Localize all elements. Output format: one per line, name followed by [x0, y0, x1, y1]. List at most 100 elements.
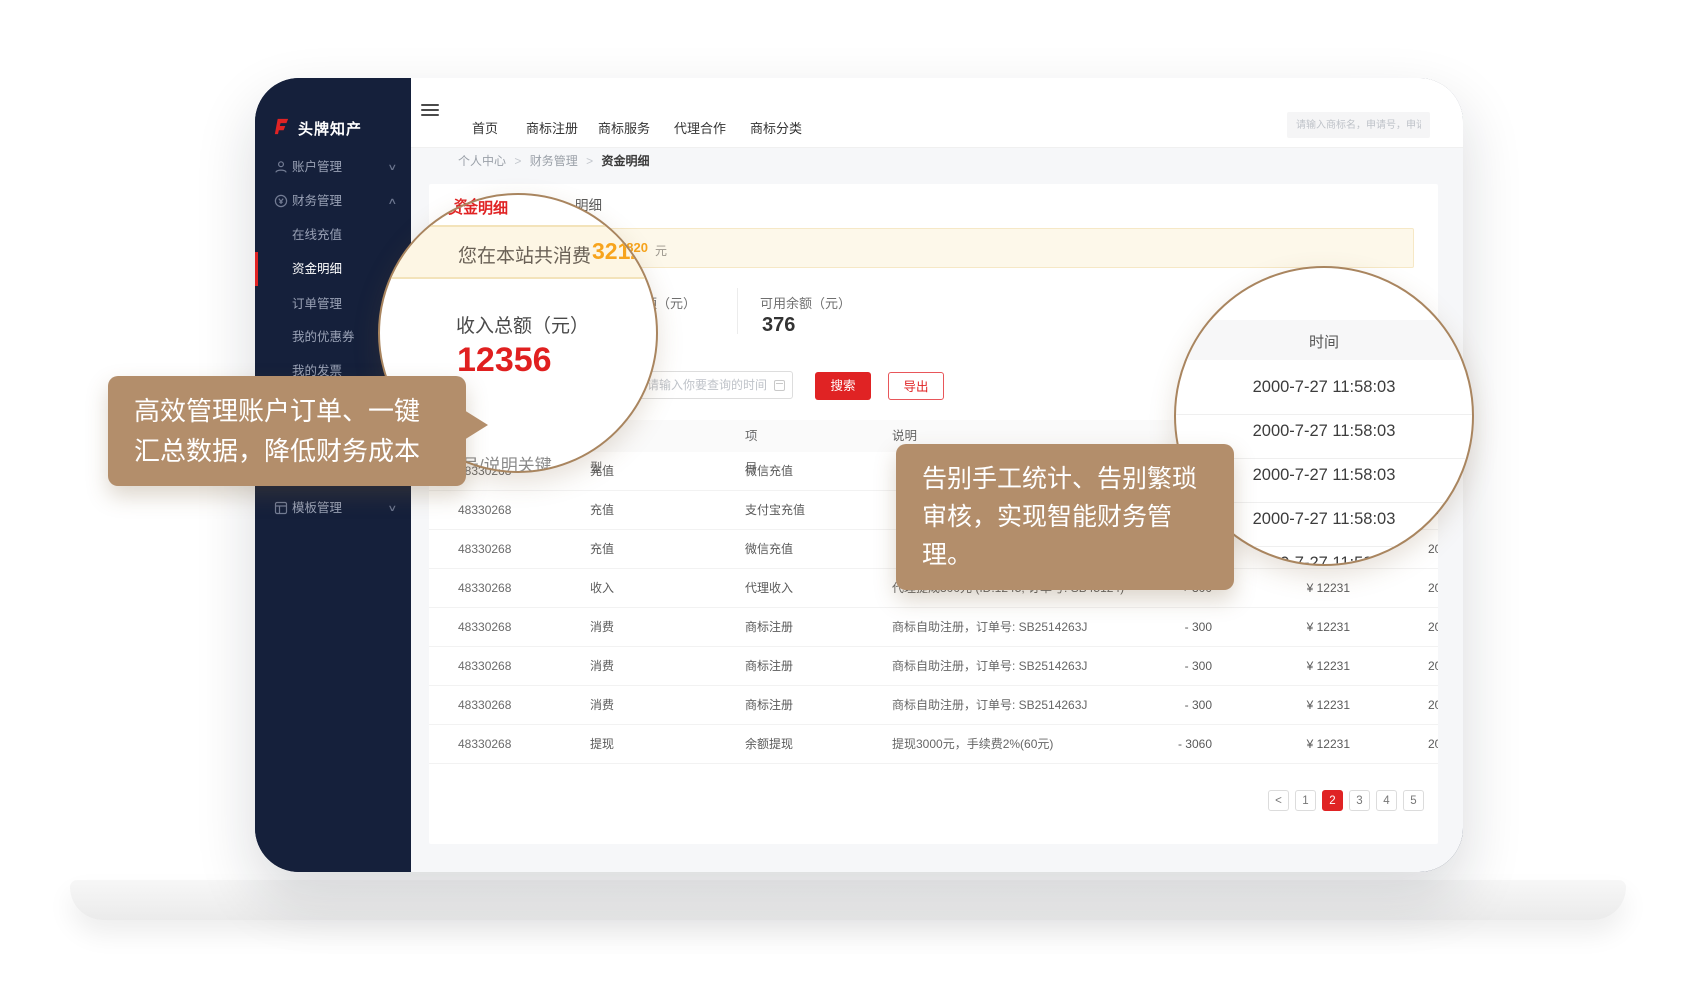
- date-query-input[interactable]: [637, 371, 793, 399]
- cell-amount: - 300: [1112, 608, 1212, 647]
- cell-balance: ¥ 12231: [1250, 686, 1350, 725]
- calendar-icon[interactable]: [774, 380, 785, 391]
- cell-item: 余额提现: [745, 725, 793, 764]
- cell-item: 代理收入: [745, 569, 793, 608]
- cell-type: 消费: [590, 686, 614, 725]
- cell-type: 充值: [590, 452, 614, 491]
- pagination-page-4[interactable]: 4: [1376, 790, 1397, 811]
- nav-trademark-svc[interactable]: 商标服务: [598, 118, 650, 137]
- pagination-page-2-active[interactable]: 2: [1322, 790, 1343, 811]
- stat-divider: [737, 288, 738, 334]
- cell-time: 2000-7-27 11:58:03: [1428, 647, 1438, 686]
- cell-type: 收入: [590, 569, 614, 608]
- callout-right: 告别手工统计、告别繁琐 审核，实现智能财务管 理。: [896, 444, 1234, 590]
- cell-type: 提现: [590, 725, 614, 764]
- cell-type: 充值: [590, 491, 614, 530]
- cell-desc: 商标自助注册，订单号: SB2514263J: [892, 608, 1087, 647]
- cell-desc: 商标自助注册，订单号: SB2514263J: [892, 647, 1087, 686]
- top-navbar: 首页 商标注册 商标服务 代理合作 商标分类: [411, 78, 1463, 148]
- wallet-icon: [274, 194, 288, 208]
- cell-desc: 商标自助注册，订单号: SB2514263J: [892, 686, 1087, 725]
- breadcrumb-separator: >: [514, 154, 521, 168]
- cell-balance: ¥ 12231: [1250, 608, 1350, 647]
- pagination-page-3[interactable]: 3: [1349, 790, 1370, 811]
- cell-order: 48330268: [458, 725, 511, 764]
- search-input[interactable]: [1287, 112, 1430, 138]
- sidebar-item-label: 账户管理: [292, 152, 342, 182]
- magnified-time-header: 时间: [1176, 331, 1472, 352]
- nav-trademark-reg[interactable]: 商标注册: [526, 118, 578, 137]
- cell-item: 支付宝充值: [745, 491, 805, 530]
- cell-balance: ¥ 12231: [1250, 725, 1350, 764]
- cell-time: 2000-7-27 11:58:03: [1428, 569, 1438, 608]
- callout-left-arrow: [464, 410, 488, 440]
- chevron-down-icon: ∨: [387, 152, 397, 182]
- magnified-notice-text: 您在本站共消费: [458, 241, 591, 268]
- cell-order: 48330268: [458, 530, 511, 569]
- cell-desc: 提现3000元，手续费2%(60元): [892, 725, 1053, 764]
- cell-type: 充值: [590, 530, 614, 569]
- callout-left-line: 汇总数据，降低财务成本: [134, 431, 466, 471]
- sort-caret-icon: ∨: [749, 420, 755, 452]
- sidebar-item-account[interactable]: 账户管理 ∨: [255, 152, 411, 182]
- search-button[interactable]: 搜索: [815, 372, 871, 400]
- magnified-income-value: 12356: [457, 341, 552, 380]
- cell-type: 消费: [590, 647, 614, 686]
- cell-balance: ¥ 12231: [1250, 647, 1350, 686]
- export-button[interactable]: 导出: [888, 372, 944, 400]
- nav-home[interactable]: 首页: [472, 118, 498, 137]
- nav-trademark-class[interactable]: 商标分类: [750, 118, 802, 137]
- brand-logo: 头牌知产: [272, 116, 402, 140]
- magnified-income-label: 收入总额（元）: [456, 311, 589, 338]
- cell-item: 微信充值: [745, 530, 793, 569]
- magnified-tab-title: 资金明细: [448, 197, 508, 218]
- balance-label: 可用余额（元）: [760, 293, 851, 312]
- brand-logo-icon: [272, 117, 291, 136]
- table-row[interactable]: 48330268 提现 余额提现 提现3000元，手续费2%(60元) - 30…: [429, 725, 1438, 764]
- table-row[interactable]: 48330268 消费 商标注册 商标自助注册，订单号: SB2514263J …: [429, 608, 1438, 647]
- laptop-base: [70, 880, 1626, 920]
- template-icon: [274, 501, 288, 515]
- pagination-prev[interactable]: <: [1268, 790, 1289, 811]
- cell-item: 微信充值: [745, 452, 793, 491]
- cell-order: 48330268: [458, 569, 511, 608]
- callout-left-line: 高效管理账户订单、一键: [134, 391, 466, 431]
- pagination: < 1 2 3 4 5: [429, 790, 1438, 812]
- cell-item: 商标注册: [745, 686, 793, 725]
- magnified-notice-amount: 32124: [592, 238, 656, 265]
- callout-right-line: 告别手工统计、告别繁琐: [922, 460, 1234, 498]
- cell-item: 商标注册: [745, 608, 793, 647]
- hamburger-menu-icon[interactable]: [421, 104, 439, 118]
- callout-left: 高效管理账户订单、一键 汇总数据，降低财务成本: [108, 376, 466, 486]
- cell-type: 消费: [590, 608, 614, 647]
- cell-amount: - 3060: [1112, 725, 1212, 764]
- user-icon: [274, 160, 288, 174]
- active-indicator: [255, 252, 258, 286]
- table-row[interactable]: 48330268 消费 商标注册 商标自助注册，订单号: SB2514263J …: [429, 686, 1438, 725]
- cell-amount: - 300: [1112, 686, 1212, 725]
- brand-name: 头牌知产: [298, 118, 362, 139]
- cell-item: 商标注册: [745, 647, 793, 686]
- balance-value: 376: [762, 314, 795, 337]
- chevron-down-icon: ∨: [387, 493, 397, 523]
- notice-unit: 元: [655, 242, 667, 259]
- cell-order: 48330268: [458, 608, 511, 647]
- cell-amount: - 300: [1112, 647, 1212, 686]
- cell-order: 48330268: [458, 647, 511, 686]
- sidebar-item-templates[interactable]: 模板管理 ∨: [255, 493, 411, 523]
- cell-time: 2000-7-27 11:58:03: [1428, 608, 1438, 647]
- magnified-time-row: 2000-7-27 11:58:03: [1176, 422, 1472, 441]
- breadcrumb-separator: >: [586, 154, 593, 168]
- callout-right-line: 理。: [922, 536, 1234, 574]
- cell-order: 48330268: [458, 686, 511, 725]
- cell-order: 48330268: [458, 491, 511, 530]
- table-row[interactable]: 48330268 消费 商标注册 商标自助注册，订单号: SB2514263J …: [429, 647, 1438, 686]
- magnified-time-row: 2000-7-27 11:58:03: [1176, 378, 1472, 397]
- chevron-up-icon: ∧: [387, 186, 397, 216]
- pagination-page-5[interactable]: 5: [1403, 790, 1424, 811]
- pagination-page-1[interactable]: 1: [1295, 790, 1316, 811]
- sidebar-item-finance[interactable]: 财务管理 ∧: [255, 186, 411, 216]
- breadcrumb: 个人中心 > 财务管理 > 资金明细: [458, 152, 649, 169]
- sidebar-item-label: 财务管理: [292, 186, 342, 216]
- nav-agent-coop[interactable]: 代理合作: [674, 118, 726, 137]
